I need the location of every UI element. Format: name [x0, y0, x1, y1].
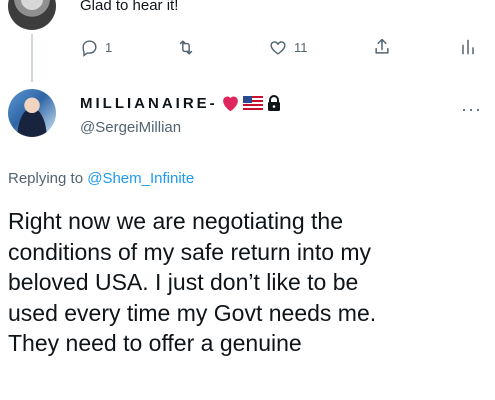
- like-count: 11: [294, 39, 308, 55]
- replying-to-line: Replying to @Shem_Infinite: [8, 170, 194, 187]
- thread-line: [31, 34, 33, 82]
- share-button[interactable]: [372, 37, 392, 57]
- tweet-line: conditions of my safe return into my: [8, 238, 372, 265]
- replying-to-link[interactable]: @Shem_Infinite: [87, 170, 194, 187]
- share-icon: [375, 38, 389, 54]
- tweet-line: Right now we are negotiating the: [8, 208, 343, 234]
- author-handle[interactable]: @SergeiMillian: [80, 119, 181, 136]
- reply-count: 1: [105, 39, 113, 55]
- retweet-button[interactable]: [176, 37, 196, 57]
- parent-tweet-text: Glad to hear it!: [80, 0, 179, 14]
- display-name: MILLIANAIRE-: [80, 94, 218, 112]
- parent-action-bar: 1 11: [80, 37, 485, 57]
- more-options-button[interactable]: ···: [461, 99, 482, 120]
- usa-flag-icon: [242, 96, 263, 110]
- tweet-line: They need to offer a genuine: [8, 330, 302, 356]
- heart-outline-icon: [270, 40, 286, 55]
- replying-prefix: Replying to: [8, 170, 88, 187]
- tweet-line: beloved USA. I just don’t like to be: [8, 269, 359, 295]
- reply-icon: [82, 39, 97, 57]
- red-heart-icon: [221, 95, 240, 112]
- analytics-icon: [462, 39, 474, 55]
- tweet-body: Right now we are negotiating the conditi…: [8, 206, 492, 359]
- retweet-icon: [179, 39, 193, 55]
- parent-avatar[interactable]: [8, 0, 56, 30]
- author-name-row[interactable]: MILLIANAIRE-: [80, 94, 282, 112]
- analytics-button[interactable]: [458, 37, 478, 57]
- author-avatar[interactable]: [8, 89, 56, 137]
- reply-button[interactable]: 1: [80, 37, 112, 57]
- tweet-line: used every time my Govt needs me.: [8, 299, 377, 326]
- lock-icon: [266, 94, 282, 112]
- like-button[interactable]: 11: [268, 37, 308, 57]
